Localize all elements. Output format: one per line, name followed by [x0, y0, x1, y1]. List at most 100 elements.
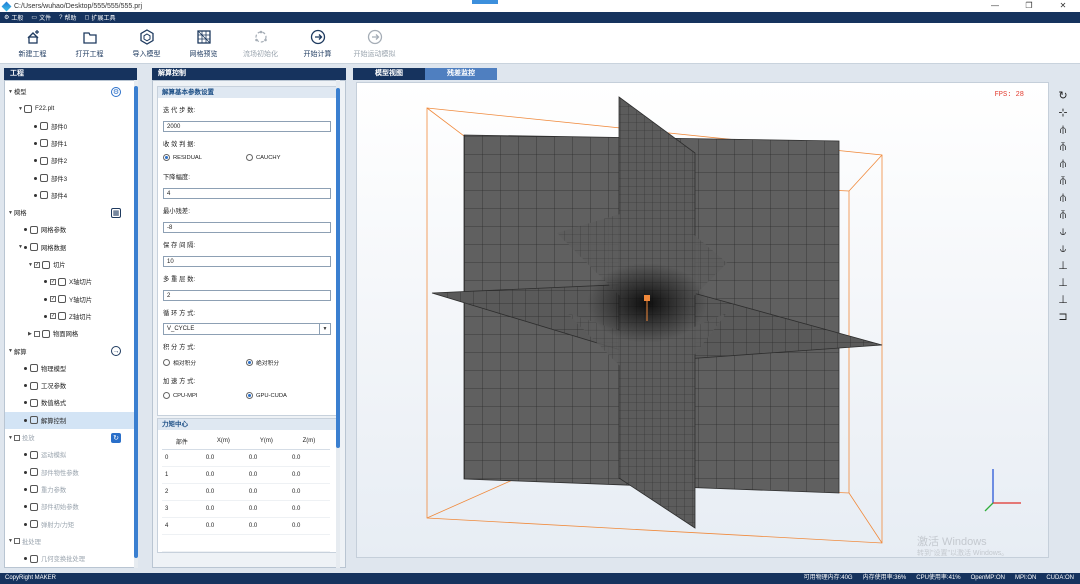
- table-cell[interactable]: 0.0: [244, 466, 288, 484]
- table-cell[interactable]: 0.0: [201, 483, 245, 501]
- solver-scrollbar-thumb[interactable]: [336, 88, 340, 448]
- tree-item[interactable]: ▼ 模型 ⚙: [5, 83, 135, 100]
- tree-item[interactable]: ▼ 解算 →: [5, 343, 135, 360]
- tree-item[interactable]: ▼ 网格 ▦: [5, 204, 135, 221]
- tree-checkbox[interactable]: ✓: [34, 261, 40, 268]
- mesh-render[interactable]: [357, 83, 1049, 558]
- solve-run-icon[interactable]: →: [111, 346, 121, 356]
- multigrid-input[interactable]: 2: [163, 290, 331, 301]
- tree-item[interactable]: ▼ 网格数据: [5, 239, 135, 256]
- tree-item[interactable]: 工况参数: [5, 377, 135, 394]
- flow-init-button[interactable]: 流场初始化: [232, 23, 289, 64]
- view-iso2-icon[interactable]: ⊥: [1055, 275, 1071, 292]
- tree-item[interactable]: ▼ ✓ 切片: [5, 256, 135, 273]
- tree-item[interactable]: ▼ 批处理: [5, 533, 135, 550]
- table-cell[interactable]: 0.0: [287, 466, 330, 484]
- table-row[interactable]: 1 0.0 0.0 0.0: [162, 466, 330, 484]
- view-iso1-icon[interactable]: ⊥: [1055, 258, 1071, 275]
- solver-scrollbar[interactable]: [336, 80, 340, 568]
- maximize-button[interactable]: ❐: [1012, 0, 1046, 12]
- view-yz-icon[interactable]: ⫛: [1055, 122, 1071, 139]
- drop-refresh-icon[interactable]: ↻: [111, 432, 121, 443]
- close-button[interactable]: ✕: [1046, 0, 1080, 12]
- tree-item[interactable]: ▼ F22.plt: [5, 100, 135, 117]
- tree-checkbox[interactable]: [14, 434, 20, 441]
- tree-scrollbar[interactable]: [134, 80, 138, 568]
- view-back-icon[interactable]: ⫚: [1055, 173, 1071, 190]
- tree-scrollbar-thumb[interactable]: [134, 86, 138, 558]
- table-row[interactable]: 2 0.0 0.0 0.0: [162, 483, 330, 501]
- tree-item[interactable]: ✓ X轴切片: [5, 273, 135, 290]
- tree-item[interactable]: 网格参数: [5, 221, 135, 238]
- menu-extensions[interactable]: ◻ 扩展工具: [84, 13, 115, 22]
- view-right-icon[interactable]: ⫚: [1055, 207, 1071, 224]
- tree-item[interactable]: ▼ 投放 ↻: [5, 429, 135, 446]
- tree-checkbox[interactable]: ✓: [50, 313, 56, 320]
- table-cell[interactable]: 0.0: [244, 517, 288, 535]
- table-cell[interactable]: 0.0: [201, 466, 245, 484]
- tree-checkbox[interactable]: [34, 330, 40, 337]
- save-interval-input[interactable]: 10: [163, 256, 331, 267]
- view-xy-icon[interactable]: ⊹: [1055, 105, 1071, 122]
- table-cell[interactable]: 0.0: [244, 449, 288, 467]
- table-cell[interactable]: 0.0: [287, 500, 330, 518]
- table-cell[interactable]: 0.0: [201, 449, 245, 467]
- table-cell[interactable]: 0.0: [201, 500, 245, 518]
- tree-item[interactable]: 物理模型: [5, 360, 135, 377]
- table-cell[interactable]: 1: [162, 466, 202, 484]
- view-zx-icon[interactable]: ⫚: [1055, 139, 1071, 156]
- table-cell[interactable]: 2: [162, 483, 202, 501]
- min-residual-input[interactable]: -8: [163, 222, 331, 233]
- tab-model-view[interactable]: 模型视图: [353, 68, 425, 80]
- minimize-button[interactable]: —: [978, 0, 1012, 12]
- tree-item[interactable]: 几何变换批处理: [5, 550, 135, 567]
- table-cell[interactable]: 4: [162, 517, 202, 535]
- tree-item[interactable]: 重力参数: [5, 481, 135, 498]
- tree-item[interactable]: 部件2: [5, 152, 135, 169]
- table-cell[interactable]: 0.0: [287, 483, 330, 501]
- tree-item[interactable]: ✓ Z轴切片: [5, 308, 135, 325]
- tree-item[interactable]: 数值格式: [5, 394, 135, 411]
- integration-absolute-radio[interactable]: 绝对积分: [246, 358, 279, 367]
- view-iso3-icon[interactable]: ⊥: [1055, 292, 1071, 309]
- mesh-preview-button[interactable]: 网格预览: [175, 23, 232, 64]
- tree-item[interactable]: 弹射力/力矩: [5, 516, 135, 533]
- table-cell[interactable]: 3: [162, 500, 202, 518]
- start-compute-button[interactable]: 开始计算: [289, 23, 346, 64]
- tree-item[interactable]: 部件0: [5, 118, 135, 135]
- mesh-grid-icon[interactable]: ▦: [111, 207, 121, 218]
- iterations-input[interactable]: 2000: [163, 121, 331, 132]
- tree-item[interactable]: ✓ Y轴切片: [5, 291, 135, 308]
- convergence-residual-radio[interactable]: RESIDUAL: [163, 154, 202, 161]
- table-cell[interactable]: 0.0: [287, 449, 330, 467]
- tree-item[interactable]: 运动模拟: [5, 446, 135, 463]
- tree-item[interactable]: 解算控制: [5, 411, 135, 429]
- table-row[interactable]: 0 0.0 0.0 0.0: [162, 449, 330, 467]
- table-cell[interactable]: 0.0: [244, 500, 288, 518]
- tree-item[interactable]: 部件4: [5, 187, 135, 204]
- view-front-icon[interactable]: ⫛: [1055, 156, 1071, 173]
- rotate-icon[interactable]: ↻: [1055, 88, 1071, 105]
- tree-item[interactable]: ▶ 物面网格: [5, 325, 135, 342]
- tree-item[interactable]: 部件物性参数: [5, 464, 135, 481]
- view-bottom-icon[interactable]: ⫝: [1055, 241, 1071, 258]
- convergence-cauchy-radio[interactable]: CAUCHY: [246, 154, 280, 161]
- accel-cpu-radio[interactable]: CPU-MPI: [163, 392, 197, 399]
- import-model-button[interactable]: 导入模型: [118, 23, 175, 64]
- table-cell[interactable]: 0.0: [287, 517, 330, 535]
- model-viewport[interactable]: FPS: 28 激活 Windows 转到"设置"以激活 Windows。: [356, 82, 1049, 558]
- view-iso4-icon[interactable]: ⊐: [1055, 309, 1071, 326]
- tree-item[interactable]: 部件初始参数: [5, 498, 135, 515]
- menu-help[interactable]: ? 帮助: [59, 13, 76, 23]
- tree-item[interactable]: 部件3: [5, 170, 135, 187]
- tree-checkbox[interactable]: ✓: [50, 296, 56, 303]
- new-project-button[interactable]: 新建工程: [4, 23, 61, 64]
- model-settings-icon[interactable]: ⚙: [111, 86, 121, 97]
- accel-gpu-radio[interactable]: GPU-CUDA: [246, 392, 287, 399]
- table-cell[interactable]: 0: [162, 449, 202, 467]
- open-project-button[interactable]: 打开工程: [61, 23, 118, 64]
- integration-relative-radio[interactable]: 相对积分: [163, 358, 196, 367]
- menu-file[interactable]: ▭ 文件: [31, 13, 51, 22]
- table-cell[interactable]: 0.0: [244, 483, 288, 501]
- start-motion-button[interactable]: 开始运动模拟: [346, 23, 403, 64]
